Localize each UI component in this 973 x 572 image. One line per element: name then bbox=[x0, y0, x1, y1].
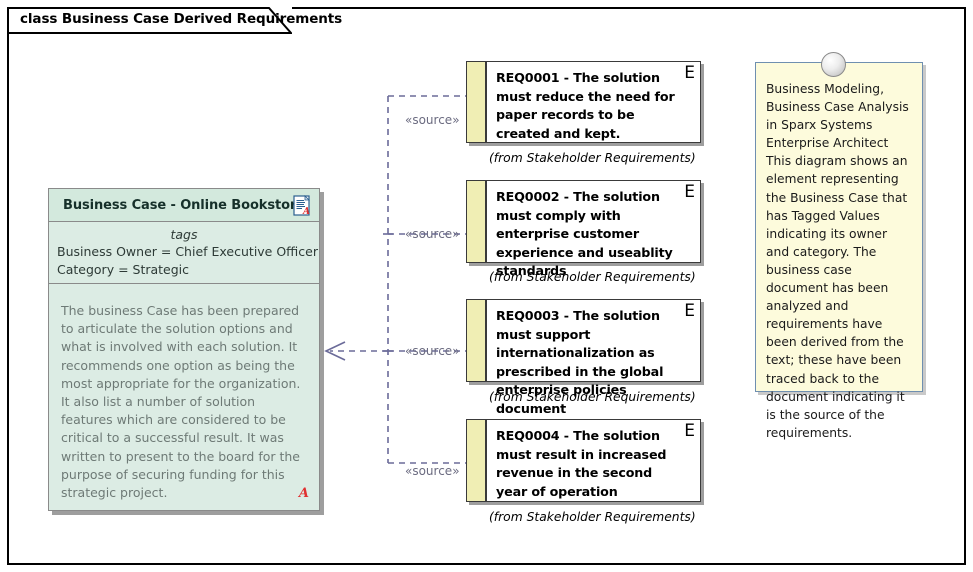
requirement-text: REQ0004 - The solution must result in in… bbox=[496, 428, 667, 499]
requirement-body: REQ0003 - The solution must support inte… bbox=[466, 299, 701, 416]
requirement-from-label-req0001: (from Stakeholder Requirements) bbox=[489, 151, 696, 165]
note-text: Business Modeling, Business Case Analysi… bbox=[766, 82, 909, 440]
requirement-from-label-req0004: (from Stakeholder Requirements) bbox=[489, 510, 696, 524]
note-element[interactable]: Business Modeling, Business Case Analysi… bbox=[755, 52, 926, 440]
requirement-text: REQ0001 - The solution must reduce the n… bbox=[496, 70, 675, 141]
requirement-accent-bar bbox=[467, 300, 486, 381]
business-case-notes-text: The business Case has been prepared to a… bbox=[61, 303, 301, 501]
business-case-body: Business Case - Online Bookstore A tags bbox=[48, 188, 320, 511]
note-pin-icon[interactable] bbox=[821, 52, 846, 77]
tags-label: tags bbox=[170, 227, 198, 242]
tag-row-category: Category = Strategic bbox=[57, 262, 190, 277]
connector-label-req1: «source» bbox=[405, 113, 460, 127]
requirement-accent-bar bbox=[467, 181, 486, 262]
requirement-element-req0003[interactable]: REQ0003 - The solution must support inte… bbox=[466, 299, 704, 416]
requirement-marker-icon: E bbox=[684, 63, 695, 83]
requirement-body: REQ0001 - The solution must reduce the n… bbox=[466, 61, 701, 143]
notes-marker: A bbox=[298, 486, 309, 501]
requirement-from-label-req0002: (from Stakeholder Requirements) bbox=[489, 270, 696, 284]
document-icon[interactable]: A bbox=[293, 195, 312, 216]
requirement-from-label-req0003: (from Stakeholder Requirements) bbox=[489, 390, 696, 404]
note-body: Business Modeling, Business Case Analysi… bbox=[755, 62, 923, 440]
connector-label-req4: «source» bbox=[405, 464, 460, 478]
requirement-element-req0004[interactable]: REQ0004 - The solution must result in in… bbox=[466, 419, 704, 505]
business-case-element[interactable]: Business Case - Online Bookstore A tags bbox=[48, 188, 324, 515]
requirement-element-req0002[interactable]: REQ0002 - The solution must comply with … bbox=[466, 180, 704, 278]
requirement-body: REQ0002 - The solution must comply with … bbox=[466, 180, 701, 278]
business-case-header: Business Case - Online Bookstore A bbox=[49, 189, 319, 222]
requirement-accent-bar bbox=[467, 62, 486, 142]
requirement-content: REQ0003 - The solution must support inte… bbox=[486, 300, 700, 416]
requirement-content: REQ0002 - The solution must comply with … bbox=[486, 181, 700, 278]
diagram-title-label: class Business Case Derived Requirements bbox=[20, 11, 343, 27]
business-case-notes-compartment: The business Case has been prepared to a… bbox=[49, 284, 319, 510]
connector-label-req3: «source» bbox=[405, 344, 460, 358]
connector-label-req2: «source» bbox=[405, 227, 460, 241]
requirement-text: REQ0002 - The solution must comply with … bbox=[496, 189, 673, 279]
business-case-title: Business Case - Online Bookstore bbox=[63, 197, 305, 213]
requirement-content: REQ0001 - The solution must reduce the n… bbox=[486, 62, 700, 142]
requirement-content: REQ0004 - The solution must result in in… bbox=[486, 420, 700, 501]
diagram-title-tab[interactable]: class Business Case Derived Requirements bbox=[7, 7, 342, 34]
requirement-accent-bar bbox=[467, 420, 486, 501]
requirement-marker-icon: E bbox=[684, 182, 695, 202]
requirement-marker-icon: E bbox=[684, 421, 695, 441]
diagram-canvas: class Business Case Derived Requirements bbox=[0, 0, 973, 572]
requirement-marker-icon: E bbox=[684, 301, 695, 321]
svg-text:A: A bbox=[302, 207, 310, 216]
tag-row-business-owner: Business Owner = Chief Executive Officer bbox=[57, 244, 318, 259]
business-case-tags-compartment: tags Business Owner = Chief Executive Of… bbox=[49, 222, 319, 284]
requirement-body: REQ0004 - The solution must result in in… bbox=[466, 419, 701, 502]
requirement-element-req0001[interactable]: REQ0001 - The solution must reduce the n… bbox=[466, 61, 704, 146]
